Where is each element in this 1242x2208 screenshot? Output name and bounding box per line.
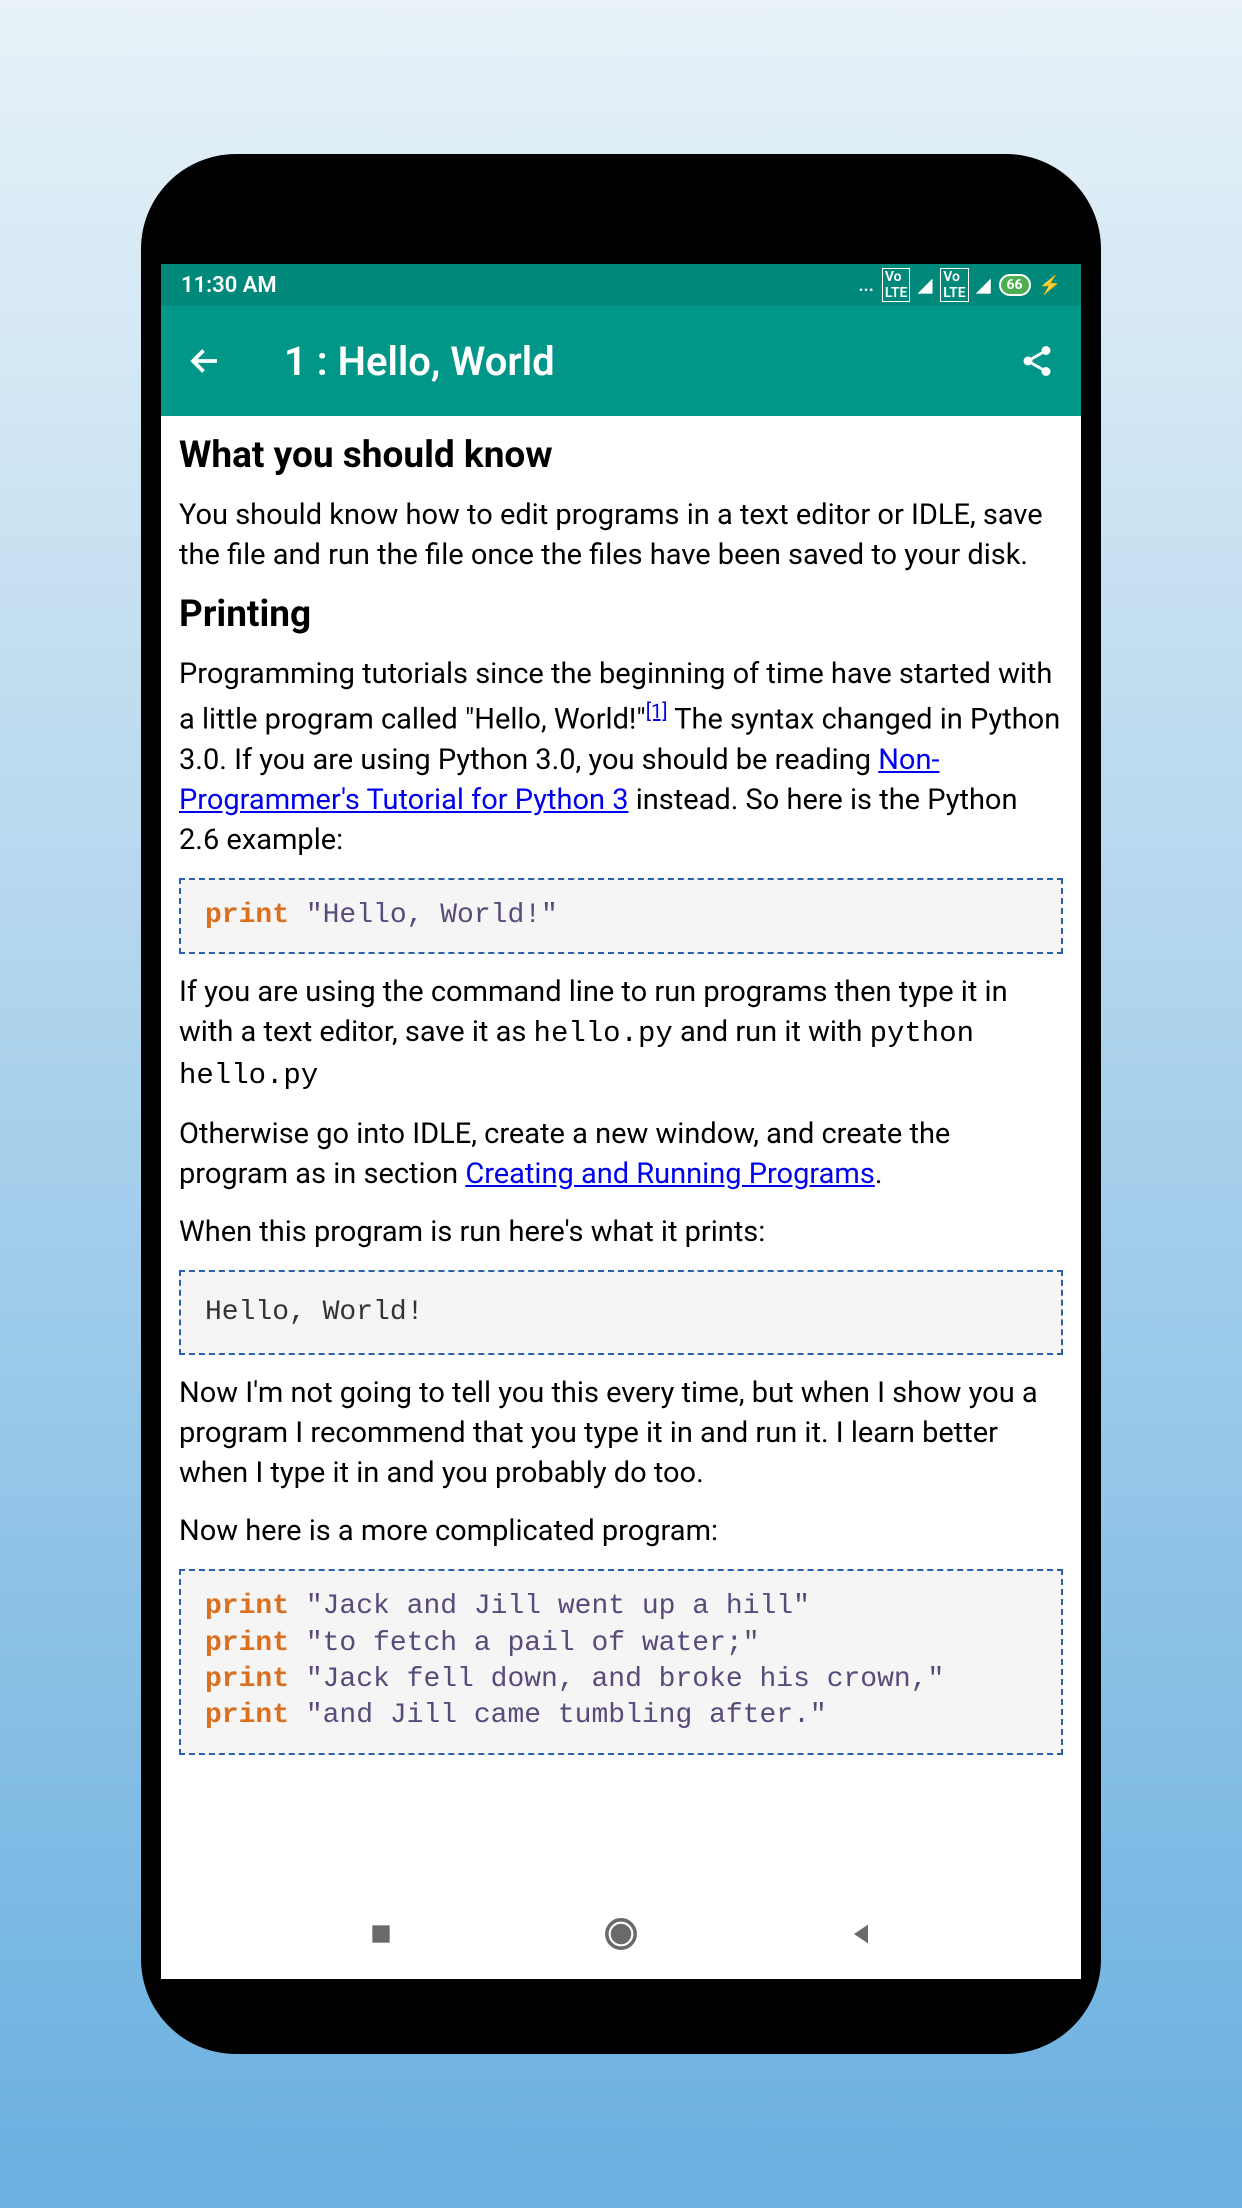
status-icons: ... VoLTE ◢ VoLTE ◢ 66 ⚡ xyxy=(859,268,1061,302)
code-keyword: print xyxy=(205,900,289,931)
nav-home-button[interactable] xyxy=(601,1914,641,1954)
section-2-para-1: Programming tutorials since the beginnin… xyxy=(179,654,1063,860)
navigation-bar xyxy=(161,1889,1081,1979)
code-block-2: print "Jack and Jill went up a hill" pri… xyxy=(179,1569,1063,1755)
status-battery: 66 xyxy=(999,274,1031,296)
status-time: 11:30 AM xyxy=(181,273,277,298)
phone-screen: 11:30 AM ... VoLTE ◢ VoLTE ◢ 66 ⚡ 1 : He… xyxy=(161,264,1081,1979)
link-creating-programs[interactable]: Creating and Running Programs xyxy=(465,1157,874,1191)
nav-recent-button[interactable] xyxy=(361,1914,401,1954)
section-heading-1: What you should know xyxy=(179,434,1063,477)
status-more-icon: ... xyxy=(859,275,874,296)
status-bar: 11:30 AM ... VoLTE ◢ VoLTE ◢ 66 ⚡ xyxy=(161,264,1081,306)
status-volte-icon-2: VoLTE xyxy=(940,268,968,302)
section-2-para-3: Otherwise go into IDLE, create a new win… xyxy=(179,1114,1063,1194)
section-1-paragraph: You should know how to edit programs in … xyxy=(179,495,1063,575)
status-volte-icon-1: VoLTE xyxy=(882,268,910,302)
section-2-para-6: Now here is a more complicated program: xyxy=(179,1511,1063,1551)
section-heading-2: Printing xyxy=(179,593,1063,636)
section-2-para-4: When this program is run here's what it … xyxy=(179,1212,1063,1252)
phone-frame: 11:30 AM ... VoLTE ◢ VoLTE ◢ 66 ⚡ 1 : He… xyxy=(141,154,1101,2054)
content-area[interactable]: What you should know You should know how… xyxy=(161,416,1081,1889)
code-block-1: print "Hello, World!" xyxy=(179,878,1063,954)
code-string: "Hello, World!" xyxy=(289,900,558,931)
page-title: 1 : Hello, World xyxy=(284,338,1013,385)
nav-back-button[interactable] xyxy=(841,1914,881,1954)
footnote-link-1[interactable]: [1] xyxy=(646,699,668,723)
share-button[interactable] xyxy=(1013,337,1061,385)
app-bar: 1 : Hello, World xyxy=(161,306,1081,416)
status-charging-icon: ⚡ xyxy=(1039,275,1061,296)
inline-code-1: hello.py xyxy=(534,1017,673,1050)
output-block-1: Hello, World! xyxy=(179,1270,1063,1355)
section-2-para-2: If you are using the command line to run… xyxy=(179,972,1063,1096)
back-button[interactable] xyxy=(181,337,229,385)
section-2-para-5: Now I'm not going to tell you this every… xyxy=(179,1373,1063,1493)
status-signal-icon-2: ◢ xyxy=(977,275,991,296)
status-signal-icon-1: ◢ xyxy=(918,275,932,296)
